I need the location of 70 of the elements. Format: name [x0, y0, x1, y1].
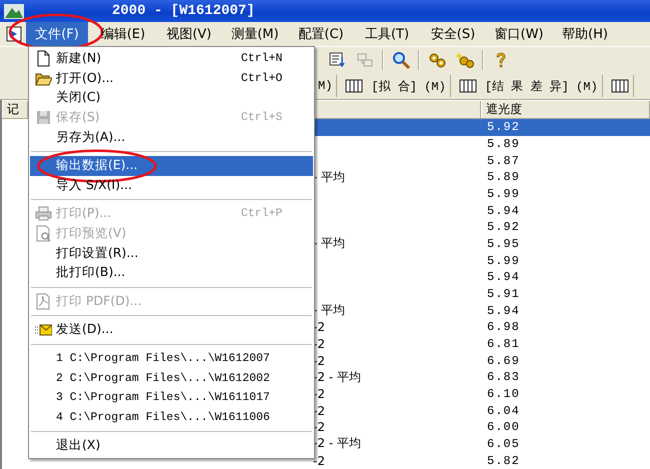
menu-item[interactable]: 4 C:\Program Files\...\W1611006: [30, 408, 313, 428]
table-cell-text: 6.04: [486, 404, 520, 418]
grid-icon: [610, 78, 629, 94]
table-row[interactable]: 5.89: [311, 136, 650, 152]
table-cell-text: 5.92: [486, 220, 520, 234]
table-cell-text: 5.89: [486, 170, 520, 184]
table-cell-text: 5.92: [486, 120, 520, 134]
menu-bar-item[interactable]: 帮助(H): [554, 22, 616, 46]
table-row[interactable]: 5.87: [311, 152, 650, 169]
pdf-page-icon: [34, 292, 52, 310]
table-cell-text: 5.94: [486, 270, 520, 284]
column-header[interactable]: 遮光度: [481, 101, 650, 118]
table-cell-text: 5.94: [486, 304, 520, 318]
gears-icon: [428, 51, 446, 69]
menu-bar-item[interactable]: 工具(T): [356, 22, 418, 46]
menu-item[interactable]: 另存为(A)...: [30, 127, 313, 147]
grid-icon: [458, 78, 477, 94]
new-page-icon: [34, 50, 52, 68]
table-row[interactable]: 5.94: [311, 268, 650, 286]
table-cell-text: 6.10: [486, 387, 520, 401]
menu-bar-item[interactable]: 测量(M): [224, 22, 286, 46]
table-cell-text: 5.91: [486, 286, 520, 301]
table-row[interactable]: 5.94: [311, 202, 650, 219]
table-cell: -2: [313, 454, 325, 468]
table-row[interactable]: 5.91: [311, 286, 650, 302]
sparkle-gears-icon: [456, 51, 474, 69]
sort-list-icon: [328, 51, 346, 69]
menu-item[interactable]: 3 C:\Program Files\...\W1611017: [30, 388, 313, 408]
menu-item[interactable]: 关闭(C): [30, 88, 313, 108]
menu-item[interactable]: 打开(O)... Ctrl+O: [30, 68, 313, 88]
menu-item[interactable]: 退出(X): [30, 436, 313, 456]
menu-item[interactable]: 发送(D)...: [30, 320, 313, 340]
printer-icon: [34, 205, 52, 222]
table-cell-text: 6.98: [486, 320, 520, 334]
menu-item[interactable]: 打印设置(R)...: [30, 243, 313, 263]
table-cell-text: 6.81: [486, 336, 520, 351]
view-button[interactable]: [拟 合] (M): [341, 75, 451, 97]
magnifier-icon: [392, 51, 410, 69]
table-cell-text: 5.99: [486, 254, 520, 268]
menu-item[interactable]: 输出数据(E)...: [30, 156, 313, 176]
menu-bar-item[interactable]: 视图(V): [158, 22, 220, 46]
table-row[interactable]: 5.99: [311, 252, 650, 269]
table-cell-text: 5.99: [486, 186, 520, 201]
table-cell-text: 6.69: [486, 354, 520, 368]
table-cell-text: 6.00: [486, 420, 520, 434]
page-magnifier-icon: [34, 225, 52, 242]
menu-item[interactable]: 批打印(B)...: [30, 262, 313, 283]
menu-item[interactable]: 2 C:\Program Files\...\W1612002: [30, 368, 313, 388]
menu-bar-item[interactable]: 编辑(E): [92, 22, 154, 46]
menu-bar-item[interactable]: 配置(C): [290, 22, 352, 46]
table-cell-text: 6.83: [486, 370, 520, 384]
table-cell-text: 5.94: [486, 204, 520, 218]
table-row[interactable]: -2 5.82: [311, 452, 650, 469]
linked-windows-icon: [356, 51, 374, 69]
menu-bar-item[interactable]: 窗口(W): [488, 22, 550, 46]
window-title: 2000 - [W1612007]: [112, 3, 255, 19]
table-cell-text: 5.87: [486, 154, 520, 168]
table-row[interactable]: 5.92: [311, 218, 650, 236]
menu-bar-item[interactable]: 安全(S): [422, 22, 484, 46]
table-cell-text: 6.05: [486, 436, 520, 451]
grid-icon: [345, 78, 364, 94]
menu-item[interactable]: 1 C:\Program Files\...\W1612007: [30, 348, 313, 368]
magnifier-button[interactable]: [390, 49, 412, 71]
table-cell-text: 5.89: [486, 136, 520, 151]
menu-bar-item[interactable]: 文件(F): [26, 22, 88, 46]
table-cell-text: 5.82: [486, 454, 520, 468]
view-button[interactable]: [结 果 差 异] (M): [454, 75, 603, 97]
table-row[interactable]: 5.99: [311, 186, 650, 202]
table-cell-text: 5.95: [486, 236, 520, 251]
app-icon: [4, 3, 24, 19]
